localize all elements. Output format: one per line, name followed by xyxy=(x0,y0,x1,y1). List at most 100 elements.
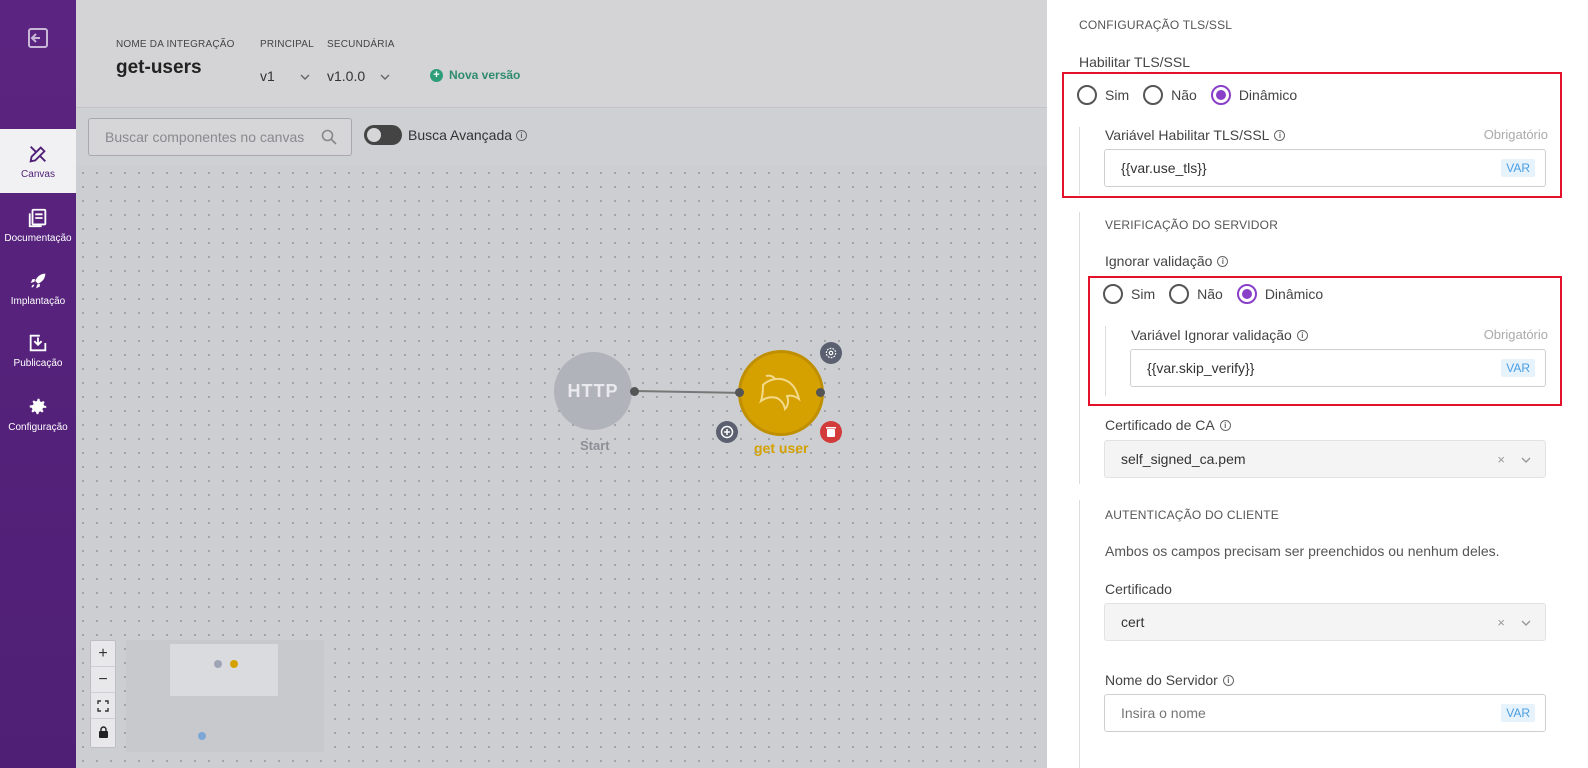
chevron-down-icon[interactable] xyxy=(1521,618,1531,628)
sidebar-item-publicacao[interactable]: Publicação xyxy=(0,318,76,382)
zoom-out-button[interactable]: − xyxy=(91,667,115,693)
minimap-viewport[interactable] xyxy=(170,644,278,696)
sidebar-item-documentacao[interactable]: Documentação xyxy=(0,193,76,257)
sidebar-item-label: Documentação xyxy=(4,232,72,244)
server-name-field: VAR xyxy=(1104,694,1546,732)
sidebar-item-canvas[interactable]: Canvas xyxy=(0,129,76,193)
var-badge[interactable]: VAR xyxy=(1501,704,1535,722)
radio-button[interactable] xyxy=(1143,85,1164,105)
node-delete-button[interactable] xyxy=(820,421,842,443)
tls-enable-label: Habilitar TLS/SSL xyxy=(1079,54,1190,70)
gear-icon xyxy=(29,398,47,414)
ignore-var-label: Variável Ignorar validação i xyxy=(1131,327,1308,343)
principal-label: PRINCIPAL xyxy=(260,39,314,50)
fit-view-button[interactable] xyxy=(91,693,115,719)
indent-line xyxy=(1105,326,1106,396)
info-icon[interactable]: i xyxy=(1222,674,1234,686)
tls-var-label: Variável Habilitar TLS/SSL i xyxy=(1105,127,1286,143)
ignore-validation-label: Ignorar validação i xyxy=(1105,253,1229,269)
ignore-var-input[interactable]: {{var.skip_verify}} VAR xyxy=(1130,349,1546,387)
zoom-controls: + − xyxy=(90,640,116,748)
exit-icon[interactable] xyxy=(26,26,50,50)
indent-line xyxy=(1079,500,1080,768)
tls-section-title: CONFIGURAÇÃO TLS/SSL xyxy=(1079,18,1233,32)
indent-line xyxy=(1079,212,1080,484)
var-badge[interactable]: VAR xyxy=(1501,359,1535,377)
server-name-input[interactable] xyxy=(1105,695,1545,731)
lock-icon xyxy=(98,726,108,738)
principal-version-select[interactable]: v1 xyxy=(260,68,275,84)
radio-label: Não xyxy=(1171,87,1197,103)
node-settings-button[interactable] xyxy=(820,342,842,364)
info-icon[interactable]: i xyxy=(1217,255,1229,267)
var-badge[interactable]: VAR xyxy=(1501,159,1535,177)
clear-icon[interactable]: × xyxy=(1497,452,1505,467)
connection-line xyxy=(632,390,740,394)
secundaria-version-select[interactable]: v1.0.0 xyxy=(327,68,365,84)
new-version-button[interactable]: + Nova versão xyxy=(430,68,520,82)
search-icon[interactable] xyxy=(321,129,337,145)
flow-canvas[interactable]: HTTP Start get user + − xyxy=(76,166,1047,768)
zoom-in-button[interactable]: + xyxy=(91,641,115,667)
chevron-down-icon[interactable] xyxy=(380,72,390,82)
http-start-node[interactable]: HTTP xyxy=(554,352,632,430)
radio-button[interactable] xyxy=(1103,284,1123,304)
info-icon[interactable]: i xyxy=(1296,329,1308,341)
mysql-node[interactable] xyxy=(738,350,824,436)
ignore-option-dinamico[interactable]: Dinâmico xyxy=(1236,284,1323,304)
ca-select[interactable]: self_signed_ca.pem × xyxy=(1104,440,1546,478)
new-version-label: Nova versão xyxy=(449,68,521,82)
required-label: Obrigatório xyxy=(1483,127,1548,142)
info-icon[interactable]: i xyxy=(1219,419,1231,431)
sidebar-item-label: Implantação xyxy=(10,295,66,307)
config-panel: CONFIGURAÇÃO TLS/SSL Habilitar TLS/SSL S… xyxy=(1047,0,1588,768)
lock-button[interactable] xyxy=(91,719,115,745)
search-input[interactable] xyxy=(89,119,351,155)
integration-name: get-users xyxy=(116,57,202,78)
radio-button-checked[interactable] xyxy=(1210,85,1231,105)
output-port[interactable] xyxy=(630,387,639,396)
cert-select[interactable]: cert × xyxy=(1104,603,1546,641)
ignore-radio-group: Sim Não Dinâmico xyxy=(1103,284,1337,304)
secundaria-label: SECUNDÁRIA xyxy=(327,39,395,50)
ignore-option-nao[interactable]: Não xyxy=(1169,284,1223,304)
indent-line xyxy=(1079,127,1080,195)
sidebar-item-configuracao[interactable]: Configuração xyxy=(0,382,76,446)
chevron-down-icon[interactable] xyxy=(1521,455,1531,465)
ca-label-text: Certificado de CA xyxy=(1105,417,1215,433)
clear-icon[interactable]: × xyxy=(1497,615,1505,630)
info-icon[interactable]: i xyxy=(1274,129,1286,141)
client-section-title: AUTENTICAÇÃO DO CLIENTE xyxy=(1105,508,1279,522)
plus-circle-icon: + xyxy=(430,68,443,82)
cert-value: cert xyxy=(1121,614,1145,630)
sidebar-item-implantacao[interactable]: Implantação xyxy=(0,256,76,320)
tls-option-nao[interactable]: Não xyxy=(1143,85,1197,105)
ignore-option-sim[interactable]: Sim xyxy=(1103,284,1155,304)
tls-var-value: {{var.use_tls}} xyxy=(1121,160,1207,176)
chevron-down-icon[interactable] xyxy=(300,72,310,82)
radio-button[interactable] xyxy=(1077,85,1097,105)
node-add-button[interactable] xyxy=(716,421,738,443)
radio-button-checked[interactable] xyxy=(1236,284,1257,304)
client-auth-note: Ambos os campos precisam ser preenchidos… xyxy=(1105,543,1500,559)
minimap[interactable] xyxy=(126,640,324,752)
server-section-title: VERIFICAÇÃO DO SERVIDOR xyxy=(1105,218,1279,232)
search-field xyxy=(88,118,352,156)
tls-option-sim[interactable]: Sim xyxy=(1077,85,1129,105)
tls-option-dinamico[interactable]: Dinâmico xyxy=(1210,85,1297,105)
integration-name-label: NOME DA INTEGRAÇÃO xyxy=(116,39,235,50)
fullscreen-icon xyxy=(97,699,109,712)
server-name-label-text: Nome do Servidor xyxy=(1105,672,1218,688)
document-icon xyxy=(28,208,47,227)
canvas-toolbar: Busca Avançada i xyxy=(76,108,1047,166)
ca-label: Certificado de CA i xyxy=(1105,417,1231,433)
tls-var-input[interactable]: {{var.use_tls}} VAR xyxy=(1104,149,1546,187)
tls-var-label-text: Variável Habilitar TLS/SSL xyxy=(1105,127,1270,143)
info-icon[interactable]: i xyxy=(516,129,528,141)
output-port[interactable] xyxy=(816,388,825,397)
input-port[interactable] xyxy=(735,388,744,397)
advanced-search-toggle[interactable] xyxy=(364,125,402,145)
radio-button[interactable] xyxy=(1169,284,1190,304)
ignore-var-label-text: Variável Ignorar validação xyxy=(1131,327,1292,343)
radio-label: Sim xyxy=(1105,87,1130,103)
